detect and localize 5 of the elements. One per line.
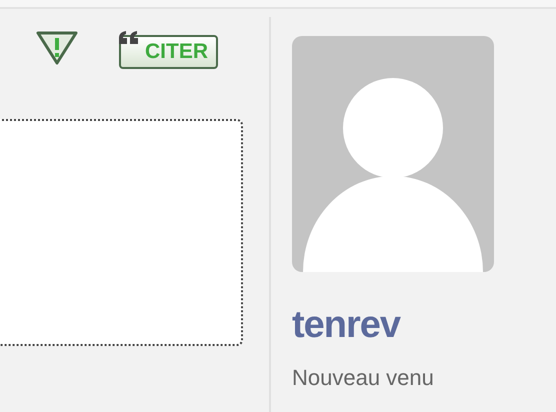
warning-icon[interactable]: [35, 30, 79, 66]
username[interactable]: tenrev: [292, 304, 400, 347]
quote-mark-icon: [117, 30, 141, 46]
user-rank: Nouveau venu: [292, 365, 434, 391]
avatar-placeholder-icon: [292, 36, 494, 272]
